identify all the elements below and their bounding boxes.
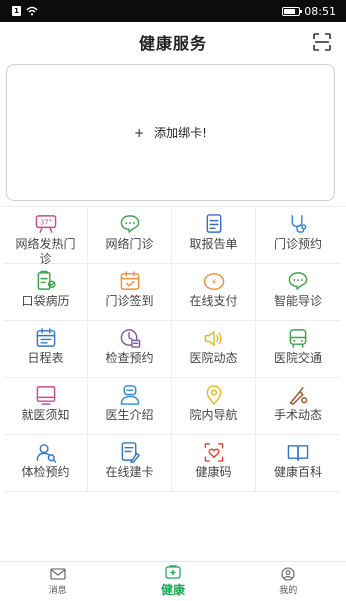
service-label: 健康码 [195,465,232,479]
scan-icon[interactable] [312,32,332,52]
service-label: 医院动态 [189,351,238,365]
service-tile[interactable]: 网络门诊 [88,207,172,264]
service-label: 门诊预约 [273,237,322,251]
page-title: 健康服务 [138,34,207,53]
service-label: 医院交通 [273,351,322,365]
service-tile[interactable]: 取报告单 [172,207,256,264]
service-tile[interactable]: 37° 网络发热门诊 [4,207,88,266]
stethoscope-icon [286,213,310,235]
service-tile[interactable]: 医院动态 [172,321,256,378]
encyclopedia-icon [286,441,310,463]
status-bar: 1 08:51 [0,0,346,22]
service-tile[interactable]: 门诊预约 [256,207,340,264]
service-label: 手术动态 [273,408,322,422]
service-label: 取报告单 [189,237,238,251]
service-tile[interactable]: 医院交通 [256,321,340,378]
online-clinic-icon [118,213,142,235]
svg-text:¥: ¥ [211,278,215,286]
header-bar: 健康服务 [0,22,346,62]
tab-health[interactable]: 健康 [133,565,213,598]
service-tile[interactable]: 日程表 [4,321,88,378]
checkin-icon [118,270,142,292]
speaker-icon [202,327,226,349]
status-right: 08:51 [282,5,336,18]
checkup-icon [34,441,58,463]
service-label: 在线建卡 [105,465,154,479]
status-time: 08:51 [304,4,336,18]
service-label: 院内导航 [189,408,238,422]
service-label: 医生介绍 [105,408,154,422]
payment-icon: ¥ [202,270,226,292]
service-label: 检查预约 [105,351,154,365]
medical-record-icon [34,270,58,292]
service-tile[interactable]: 口袋病历 [4,264,88,321]
service-tile[interactable]: 医生介绍 [88,378,172,435]
create-card-icon [118,441,142,463]
bus-icon [286,327,310,349]
health-code-icon [202,441,226,463]
service-tile[interactable]: 在线建卡 [88,435,172,492]
status-left: 1 [12,6,38,16]
plus-icon: + [134,125,145,140]
service-tile[interactable]: 体检预约 [4,435,88,492]
message-icon [50,568,66,580]
service-label: 门诊签到 [105,294,154,308]
fever-clinic-icon: 37° [34,213,58,235]
service-tile[interactable]: 检查预约 [88,321,172,378]
service-tile[interactable]: 门诊签到 [88,264,172,321]
service-tile[interactable]: 院内导航 [172,378,256,435]
service-label: 网络门诊 [105,237,154,251]
location-icon [202,384,226,406]
add-card-button[interactable]: + 添加绑卡! [134,124,207,141]
tab-mine-label: 我的 [279,586,298,596]
battery-level [284,8,296,14]
service-tile[interactable]: ¥ 在线支付 [172,264,256,321]
service-label: 健康百科 [273,465,322,479]
service-label: 网络发热门诊 [15,237,76,266]
sim-card-icon: 1 [12,6,21,16]
service-tile[interactable]: 健康码 [172,435,256,492]
tab-messages-label: 消息 [48,586,67,596]
service-label: 日程表 [27,351,64,365]
tab-messages[interactable]: 消息 [18,567,98,596]
service-tile[interactable]: 智能导诊 [256,264,340,321]
service-label: 口袋病历 [21,294,70,308]
tab-health-label: 健康 [160,583,185,597]
wifi-icon [26,6,38,16]
service-tile[interactable]: 就医须知 [4,378,88,435]
smart-guide-icon [286,270,310,292]
service-grid: 37° 网络发热门诊 网络门诊 取报告单 门诊预约口袋病历 门诊签到 ¥ 在线支付 智能导诊日程… [0,206,346,492]
battery-icon [282,6,303,16]
notice-icon [34,384,58,406]
user-icon [281,567,295,581]
doctor-icon [118,384,142,406]
calendar-icon [34,327,58,349]
report-icon [202,213,226,235]
service-label: 就医须知 [21,408,70,422]
service-label: 体检预约 [21,465,70,479]
service-tile[interactable]: 手术动态 [256,378,340,435]
service-tile[interactable]: 健康百科 [256,435,340,492]
add-card-panel[interactable]: + 添加绑卡! [6,64,335,201]
service-label: 在线支付 [189,294,238,308]
service-label: 智能导诊 [273,294,322,308]
tab-mine[interactable]: 我的 [248,567,328,596]
bottom-tab-bar: 消息 健康 我的 [0,561,346,601]
svg-text:37°: 37° [40,218,52,226]
exam-booking-icon [118,327,142,349]
surgery-icon [286,384,310,406]
health-tab-icon [165,565,181,579]
add-card-label: 添加绑卡! [154,126,207,140]
